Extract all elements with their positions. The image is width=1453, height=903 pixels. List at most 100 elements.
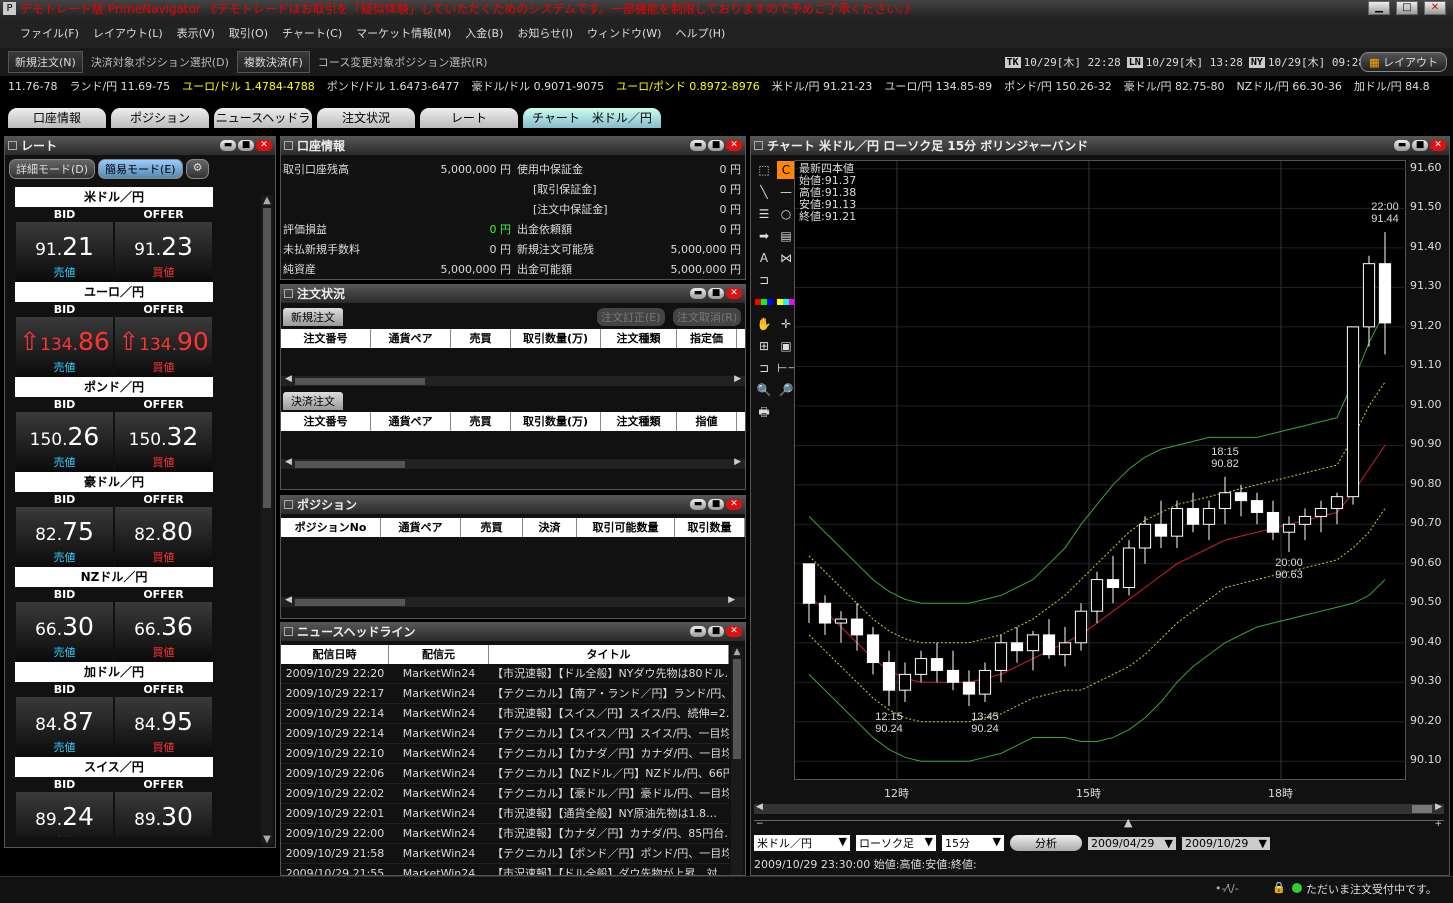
- analyze-button[interactable]: 分析: [1010, 835, 1082, 851]
- simple-mode-button[interactable]: 簡易モード(E): [98, 159, 183, 179]
- new-orders-tab[interactable]: 新規注文: [283, 308, 343, 326]
- menu-item-9[interactable]: ヘルプ(H): [675, 25, 725, 41]
- select-icon[interactable]: ⬚: [755, 161, 773, 179]
- scroll-thumb[interactable]: [733, 659, 741, 759]
- news-row[interactable]: 2009/10/29 21:55 MarketWin24 【市況速報】【ドル全般】ダ…: [281, 864, 729, 875]
- ticker-item[interactable]: 米ドル/円 91.21-23: [772, 80, 873, 93]
- zoom-in-icon[interactable]: 🔎: [777, 381, 795, 399]
- news-row[interactable]: 2009/10/29 22:00 MarketWin24 【市況速報】【カナダ／円】…: [281, 824, 729, 844]
- close-button[interactable]: ✕: [1424, 1, 1446, 15]
- rate-scrollbar[interactable]: ▲ ▼: [261, 195, 273, 845]
- news-row[interactable]: 2009/10/29 22:06 MarketWin24 【テクニカル】【NZドル／…: [281, 764, 729, 784]
- line-icon[interactable]: ╲: [755, 183, 773, 201]
- column-header[interactable]: ポジションNo: [281, 518, 381, 537]
- tab-3[interactable]: 注文状況: [317, 108, 415, 128]
- menu-item-2[interactable]: 表示(V): [177, 25, 215, 41]
- news-row[interactable]: 2009/10/29 22:10 MarketWin24 【テクニカル】【カナダ／円…: [281, 744, 729, 764]
- ticker-item[interactable]: 豪ドル/ドル 0.9071-9075: [471, 80, 604, 93]
- ticker-item[interactable]: ポンド/円 150.26-32: [1004, 80, 1112, 93]
- ellipse-icon[interactable]: ○: [777, 205, 795, 223]
- interval-select[interactable]: 15分 ▼: [942, 835, 1004, 851]
- column-header[interactable]: 取引可能数量: [577, 518, 675, 537]
- column-header[interactable]: 指値: [677, 412, 737, 431]
- parallel-icon[interactable]: ☰: [755, 205, 773, 223]
- ticker-item[interactable]: ポンド/ドル 1.6473-6477: [327, 80, 460, 93]
- pair-select[interactable]: 米ドル／円 ▼: [754, 835, 850, 851]
- bid-price-button[interactable]: 66.30 売値: [16, 602, 113, 662]
- menu-item-5[interactable]: マーケット情報(M): [356, 25, 451, 41]
- cancel-order-button[interactable]: 注文取消(R): [673, 308, 742, 326]
- column-header[interactable]: 配信日時: [281, 645, 389, 664]
- close-orders-tab[interactable]: 決済注文: [283, 392, 343, 410]
- zoom-handle-icon[interactable]: ▲: [1124, 816, 1132, 829]
- panel-minimize-button[interactable]: ▬: [690, 288, 706, 299]
- column-header[interactable]: 売買: [461, 518, 523, 537]
- menu-item-1[interactable]: レイアウト(L): [93, 25, 163, 41]
- bid-price-button[interactable]: 150.26 売値: [16, 412, 113, 472]
- zoom-slider[interactable]: − ▲ +: [754, 816, 1444, 830]
- layout-button[interactable]: ▦ レイアウト: [1360, 52, 1447, 72]
- offer-price-button[interactable]: 84.95 買値: [115, 697, 212, 757]
- page-icon[interactable]: ▣: [777, 337, 795, 355]
- color-red-icon[interactable]: [755, 299, 773, 305]
- new-orders-hscroll[interactable]: ◀ ▶: [281, 374, 745, 386]
- maximize-button[interactable]: □: [1396, 1, 1418, 15]
- scroll-up-icon[interactable]: ▲: [731, 647, 743, 657]
- hand-icon[interactable]: ✋: [755, 315, 773, 333]
- bid-price-button[interactable]: 89.24 売値: [16, 792, 113, 837]
- scroll-thumb[interactable]: [263, 208, 271, 508]
- column-header[interactable]: 注文番号: [281, 329, 371, 348]
- panel-minimize-button[interactable]: ▬: [690, 499, 706, 510]
- menu-item-0[interactable]: ファイル(F): [20, 25, 79, 41]
- ticker-item[interactable]: ランド/円 11.69-75: [69, 80, 170, 93]
- chart-hscroll[interactable]: ◀ ▶: [754, 802, 1444, 814]
- menu-item-3[interactable]: 取引(O): [229, 25, 268, 41]
- print-icon[interactable]: 🖶: [755, 403, 773, 421]
- tab-0[interactable]: 口座情報: [8, 108, 106, 128]
- panel-maximize-button[interactable]: ■: [238, 140, 254, 151]
- column-header[interactable]: 指定価: [677, 329, 737, 348]
- panel-close-button[interactable]: ✕: [256, 140, 272, 151]
- tab-5[interactable]: チャート 米ドル／円: [523, 108, 661, 128]
- scroll-left-icon[interactable]: ◀: [756, 802, 763, 812]
- bid-price-button[interactable]: 82.75 売値: [16, 507, 113, 567]
- panel-minimize-button[interactable]: ▬: [690, 626, 706, 637]
- news-row[interactable]: 2009/10/29 22:02 MarketWin24 【テクニカル】【豪ドル／円…: [281, 784, 729, 804]
- detail-mode-button[interactable]: 詳細モード(D): [9, 159, 96, 179]
- minimize-button[interactable]: ▁: [1368, 1, 1390, 15]
- panel-maximize-button[interactable]: ■: [708, 140, 724, 151]
- column-header[interactable]: 注文種類: [601, 412, 677, 431]
- column-header[interactable]: 取引数量(万): [511, 329, 601, 348]
- fib-icon[interactable]: ▤: [777, 227, 795, 245]
- news-row[interactable]: 2009/10/29 22:14 MarketWin24 【テクニカル】【スイス／円…: [281, 724, 729, 744]
- menu-item-7[interactable]: お知らせ(I): [517, 25, 573, 41]
- ticker-item[interactable]: 豪ドル/円 82.75-80: [1124, 80, 1225, 93]
- bid-price-button[interactable]: 91.21 売値: [16, 222, 113, 282]
- new-order-button[interactable]: 新規注文(N): [8, 51, 83, 73]
- zoom-out-icon[interactable]: −: [756, 819, 764, 829]
- column-header[interactable]: 配信元: [389, 645, 489, 664]
- offer-price-button[interactable]: 91.23 買値: [115, 222, 212, 282]
- scroll-up-icon[interactable]: ▲: [261, 195, 273, 206]
- column-header[interactable]: 通貨ペア: [371, 412, 451, 431]
- hline-icon[interactable]: —: [777, 183, 795, 201]
- bid-price-button[interactable]: 84.87 売値: [16, 697, 113, 757]
- crosshair-icon[interactable]: ✛: [777, 315, 795, 333]
- column-header[interactable]: 通貨ペア: [381, 518, 461, 537]
- close-orders-hscroll[interactable]: ◀ ▶: [281, 457, 745, 469]
- news-row[interactable]: 2009/10/29 21:58 MarketWin24 【テクニカル】【ポンド／円…: [281, 844, 729, 864]
- bracket2-icon[interactable]: ⊐: [755, 359, 773, 377]
- offer-price-button[interactable]: 89.30 買値: [115, 792, 212, 837]
- panel-minimize-button[interactable]: ▬: [220, 140, 236, 151]
- edit-order-button[interactable]: 注文訂正(E): [597, 308, 665, 326]
- text-icon[interactable]: A: [755, 249, 773, 267]
- column-header[interactable]: 決済: [523, 518, 577, 537]
- offer-price-button[interactable]: 66.36 買値: [115, 602, 212, 662]
- scroll-thumb[interactable]: [1412, 805, 1432, 813]
- column-header[interactable]: タイトル: [489, 645, 729, 664]
- menu-item-6[interactable]: 入金(B): [465, 25, 503, 41]
- news-row[interactable]: 2009/10/29 22:20 MarketWin24 【市況速報】【ドル全般】N…: [281, 664, 729, 684]
- width-icon[interactable]: ⊢⊣: [777, 359, 798, 377]
- column-header[interactable]: 取引数量: [675, 518, 745, 537]
- scroll-down-icon[interactable]: ▼: [261, 834, 273, 845]
